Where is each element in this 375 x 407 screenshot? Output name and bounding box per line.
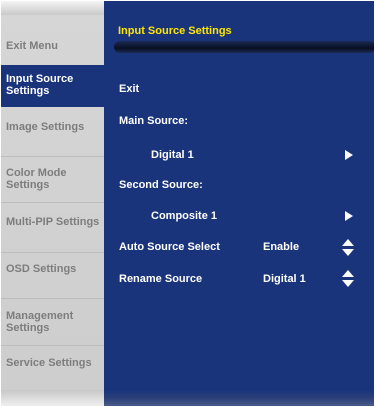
- sidebar-item-label: Multi-PIP Settings: [6, 216, 100, 228]
- sidebar-item-label: Input Source Settings: [6, 73, 74, 97]
- exit-option[interactable]: Exit: [119, 83, 139, 95]
- sidebar-divider: [1, 156, 104, 157]
- sidebar-item-label: Service Settings: [6, 357, 92, 369]
- panel-bottom-bar: [104, 390, 374, 406]
- sidebar-item-image-settings[interactable]: Image Settings: [6, 121, 101, 133]
- sidebar-item-label: Color Mode Settings: [6, 167, 67, 191]
- up-arrow-icon: [342, 270, 354, 277]
- sidebar-item-label: OSD Settings: [6, 263, 77, 275]
- sidebar-item-service-settings[interactable]: Service Settings: [6, 357, 101, 369]
- rename-source-value[interactable]: Digital 1: [263, 273, 306, 285]
- sidebar-item-label: Exit Menu: [6, 40, 58, 52]
- sidebar-item-osd-settings[interactable]: OSD Settings: [6, 263, 101, 275]
- title-underline-bar: [114, 41, 374, 53]
- auto-source-select-value[interactable]: Enable: [263, 241, 299, 253]
- sidebar-item-label: Management Settings: [6, 310, 74, 334]
- arrow-right-icon[interactable]: [345, 211, 353, 221]
- sidebar-divider: [1, 298, 104, 299]
- sidebar-item-label: Image Settings: [6, 121, 85, 133]
- up-down-arrows-icon[interactable]: [342, 270, 354, 288]
- sidebar-item-color-mode-settings[interactable]: Color Mode Settings: [6, 167, 101, 191]
- osd-menu-window: Exit Menu Input Source Settings Image Se…: [1, 1, 374, 406]
- sidebar-bottom-bar: [1, 390, 104, 406]
- main-source-label: Main Source:: [119, 115, 189, 127]
- rename-source-label: Rename Source: [119, 273, 203, 285]
- sidebar-item-input-source-settings[interactable]: Input Source Settings: [1, 65, 104, 107]
- sidebar-item-exit-menu[interactable]: Exit Menu: [6, 40, 101, 52]
- down-arrow-icon: [342, 280, 354, 287]
- sidebar-item-multi-pip-settings[interactable]: Multi-PIP Settings: [6, 216, 101, 228]
- arrow-right-icon[interactable]: [345, 150, 353, 160]
- up-down-arrows-icon[interactable]: [342, 239, 354, 257]
- sidebar-top-bar: [1, 1, 104, 15]
- second-source-label: Second Source:: [119, 179, 203, 191]
- sidebar-item-management-settings[interactable]: Management Settings: [6, 310, 101, 334]
- auto-source-select-label: Auto Source Select: [119, 241, 220, 253]
- sidebar-divider: [1, 345, 104, 346]
- up-arrow-icon: [342, 239, 354, 246]
- settings-panel: Input Source Settings Exit Main Source: …: [104, 1, 374, 406]
- down-arrow-icon: [342, 249, 354, 256]
- sidebar-divider: [1, 252, 104, 253]
- second-source-value[interactable]: Composite 1: [151, 210, 217, 222]
- sidebar-divider: [1, 202, 104, 203]
- main-source-value[interactable]: Digital 1: [151, 149, 194, 161]
- sidebar: Exit Menu Input Source Settings Image Se…: [1, 1, 104, 406]
- page-title: Input Source Settings: [118, 25, 232, 37]
